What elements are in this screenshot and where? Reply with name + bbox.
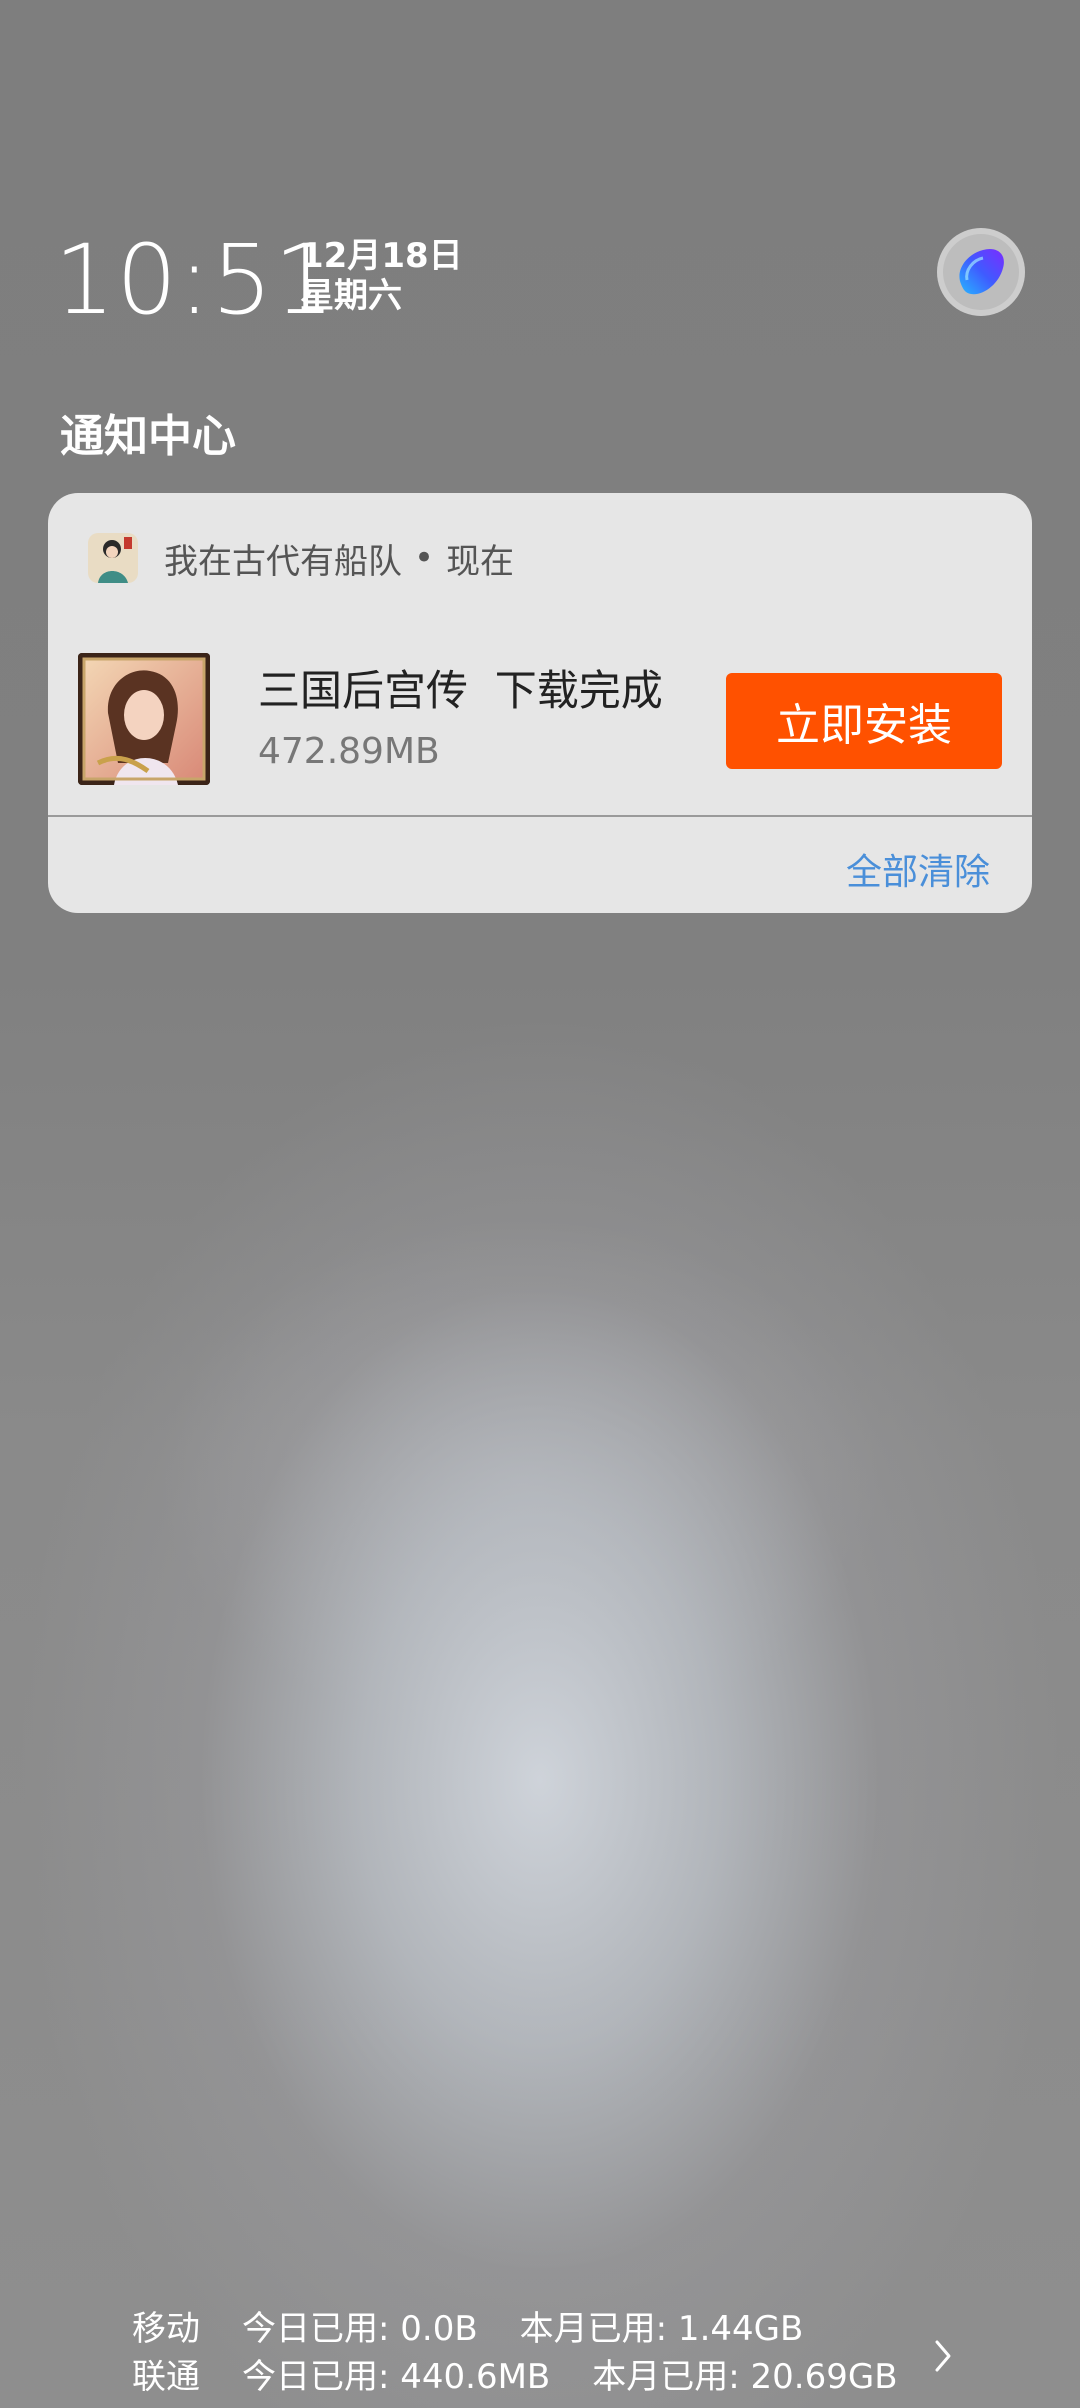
notification-center-title: 通知中心: [60, 411, 236, 462]
app-name: 我在古代有船队: [164, 541, 402, 582]
carrier-label: 联通: [132, 2357, 200, 2397]
game-cover-icon: [78, 653, 210, 785]
chevron-right-icon[interactable]: [928, 2336, 958, 2376]
weekday-text: 星期六: [300, 276, 402, 316]
date-block: 12月18日 星期六: [300, 236, 463, 316]
card-divider: [48, 815, 1032, 817]
notification-time: 现在: [446, 541, 515, 582]
month-usage: 本月已用: 20.69GB: [592, 2357, 898, 2397]
assistant-orb-icon: [959, 248, 1004, 295]
data-usage-panel[interactable]: 移动 今日已用: 0.0B 本月已用: 1.44GB 联通 今日已用: 440.…: [132, 2305, 898, 2401]
install-now-button[interactable]: 立即安装: [726, 673, 1002, 769]
today-usage: 今日已用: 0.0B: [242, 2309, 478, 2349]
download-size: 472.89MB: [258, 731, 440, 772]
separator-dot: •: [414, 538, 435, 578]
clear-all-button[interactable]: 全部清除: [846, 843, 990, 895]
today-usage: 今日已用: 440.6MB: [242, 2357, 551, 2397]
notification-header: 我在古代有船队 • 现在: [88, 531, 514, 585]
month-usage: 本月已用: 1.44GB: [519, 2309, 804, 2349]
download-notification-card[interactable]: 我在古代有船队 • 现在 三国后宫传 下载完成 472.89MB 立即安装 全部…: [48, 493, 1032, 913]
clock-time: 10:51: [54, 224, 336, 336]
app-avatar-icon: [88, 533, 138, 583]
usage-row-mobile: 移动 今日已用: 0.0B 本月已用: 1.44GB: [132, 2305, 898, 2353]
date-text: 12月18日: [300, 236, 463, 276]
assistant-button[interactable]: [937, 228, 1025, 316]
notification-title: 三国后宫传 下载完成: [258, 666, 663, 715]
wallpaper-background: [0, 0, 1080, 2408]
usage-row-unicom: 联通 今日已用: 440.6MB 本月已用: 20.69GB: [132, 2353, 898, 2401]
carrier-label: 移动: [132, 2309, 200, 2349]
